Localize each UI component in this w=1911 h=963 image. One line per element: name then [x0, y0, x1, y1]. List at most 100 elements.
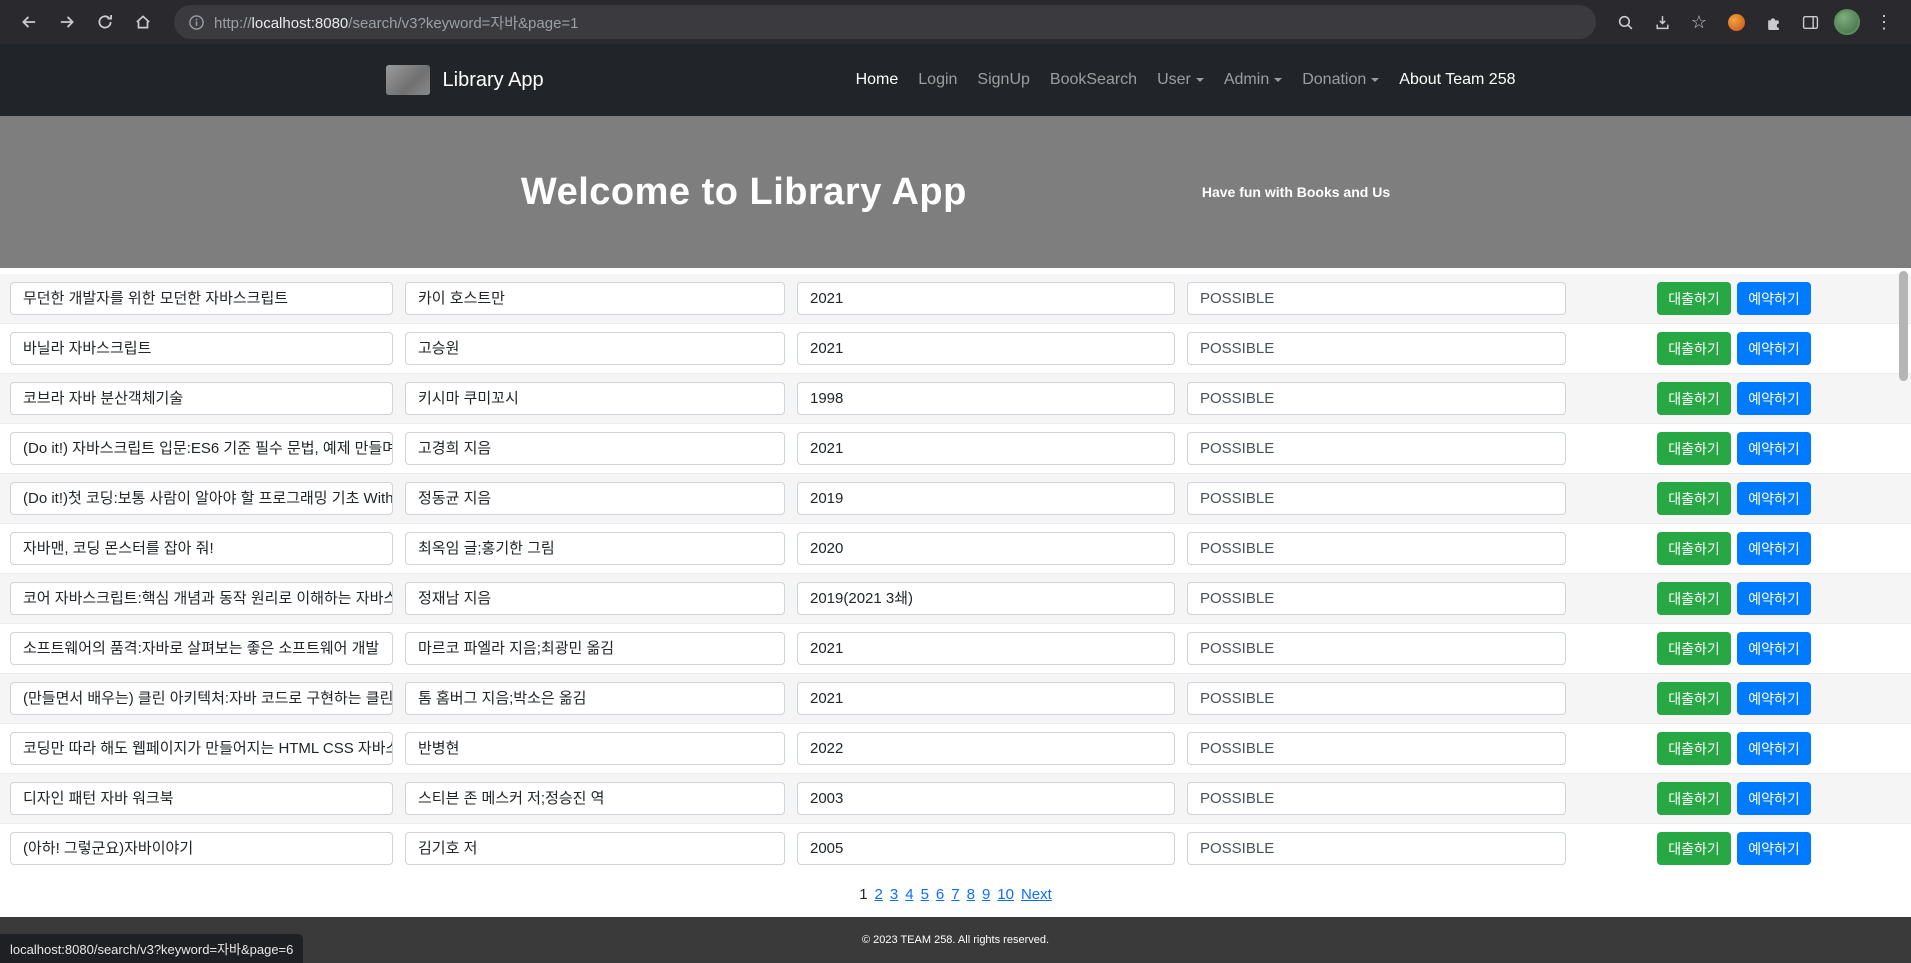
search-icon[interactable]	[1610, 7, 1640, 37]
book-title-field[interactable]: 바닐라 자바스크립트	[10, 332, 393, 365]
book-title-field[interactable]: (Do it!)첫 코딩:보통 사람이 알아야 할 프로그래밍 기초 With …	[10, 482, 393, 515]
book-author-field[interactable]: 김기호 저	[405, 832, 785, 865]
reserve-button[interactable]: 예약하기	[1737, 332, 1811, 365]
share-icon[interactable]	[1647, 7, 1677, 37]
reserve-button[interactable]: 예약하기	[1737, 282, 1811, 315]
borrow-button[interactable]: 대출하기	[1657, 532, 1731, 565]
home-button[interactable]	[126, 5, 160, 39]
nav-item-about-team-258[interactable]: About Team 258	[1389, 63, 1525, 97]
borrow-button[interactable]: 대출하기	[1657, 582, 1731, 615]
book-author-field[interactable]: 정재남 지음	[405, 582, 785, 615]
extension-colored-icon[interactable]	[1721, 7, 1751, 37]
reserve-button[interactable]: 예약하기	[1737, 432, 1811, 465]
reserve-button[interactable]: 예약하기	[1737, 532, 1811, 565]
book-status-field[interactable]: POSSIBLE	[1187, 382, 1566, 415]
page-link[interactable]: 8	[967, 886, 975, 903]
book-year-field[interactable]: 1998	[797, 382, 1175, 415]
book-author-field[interactable]: 카이 호스트만	[405, 282, 785, 315]
nav-item-home[interactable]: Home	[846, 63, 909, 97]
nav-item-signup[interactable]: SignUp	[967, 63, 1039, 97]
book-title-field[interactable]: 코브라 자바 분산객체기술	[10, 382, 393, 415]
profile-avatar[interactable]	[1832, 7, 1862, 37]
book-status-field[interactable]: POSSIBLE	[1187, 432, 1566, 465]
borrow-button[interactable]: 대출하기	[1657, 332, 1731, 365]
reserve-button[interactable]: 예약하기	[1737, 582, 1811, 615]
book-status-field[interactable]: POSSIBLE	[1187, 482, 1566, 515]
borrow-button[interactable]: 대출하기	[1657, 282, 1731, 315]
book-year-field[interactable]: 2005	[797, 832, 1175, 865]
book-year-field[interactable]: 2021	[797, 682, 1175, 715]
borrow-button[interactable]: 대출하기	[1657, 732, 1731, 765]
book-author-field[interactable]: 고경희 지음	[405, 432, 785, 465]
borrow-button[interactable]: 대출하기	[1657, 382, 1731, 415]
book-title-field[interactable]: 자바맨, 코딩 몬스터를 잡아 줘!	[10, 532, 393, 565]
reserve-button[interactable]: 예약하기	[1737, 682, 1811, 715]
book-title-field[interactable]: 소프트웨어의 품격:자바로 살펴보는 좋은 소프트웨어 개발	[10, 632, 393, 665]
book-author-field[interactable]: 스티븐 존 메스커 저;정승진 역	[405, 782, 785, 815]
book-title-field[interactable]: 무던한 개발자를 위한 모던한 자바스크립트	[10, 282, 393, 315]
borrow-button[interactable]: 대출하기	[1657, 632, 1731, 665]
book-year-field[interactable]: 2019(2021 3쇄)	[797, 582, 1175, 615]
book-status-field[interactable]: POSSIBLE	[1187, 732, 1566, 765]
back-button[interactable]	[12, 5, 46, 39]
book-status-field[interactable]: POSSIBLE	[1187, 332, 1566, 365]
extensions-puzzle-icon[interactable]	[1758, 7, 1788, 37]
book-title-field[interactable]: 디자인 패턴 자바 워크북	[10, 782, 393, 815]
page-link[interactable]: 6	[936, 886, 944, 903]
book-year-field[interactable]: 2021	[797, 632, 1175, 665]
vertical-scrollbar[interactable]	[1897, 44, 1911, 963]
borrow-button[interactable]: 대출하기	[1657, 832, 1731, 865]
book-year-field[interactable]: 2021	[797, 432, 1175, 465]
book-title-field[interactable]: (아하! 그렇군요)자바이야기	[10, 832, 393, 865]
nav-item-admin[interactable]: Admin	[1214, 63, 1292, 97]
nav-item-booksearch[interactable]: BookSearch	[1040, 63, 1147, 97]
book-status-field[interactable]: POSSIBLE	[1187, 532, 1566, 565]
book-year-field[interactable]: 2021	[797, 332, 1175, 365]
book-status-field[interactable]: POSSIBLE	[1187, 682, 1566, 715]
book-author-field[interactable]: 정동균 지음	[405, 482, 785, 515]
page-link[interactable]: 7	[951, 886, 959, 903]
page-link[interactable]: 2	[875, 886, 883, 903]
book-year-field[interactable]: 2022	[797, 732, 1175, 765]
page-link[interactable]: 9	[982, 886, 990, 903]
book-year-field[interactable]: 2021	[797, 282, 1175, 315]
book-year-field[interactable]: 2020	[797, 532, 1175, 565]
reserve-button[interactable]: 예약하기	[1737, 482, 1811, 515]
reserve-button[interactable]: 예약하기	[1737, 732, 1811, 765]
book-author-field[interactable]: 톰 홈버그 지음;박소은 옮김	[405, 682, 785, 715]
scrollbar-thumb[interactable]	[1899, 271, 1908, 381]
reload-button[interactable]	[88, 5, 122, 39]
side-panel-icon[interactable]	[1795, 7, 1825, 37]
book-status-field[interactable]: POSSIBLE	[1187, 632, 1566, 665]
book-author-field[interactable]: 고승원	[405, 332, 785, 365]
borrow-button[interactable]: 대출하기	[1657, 432, 1731, 465]
book-status-field[interactable]: POSSIBLE	[1187, 582, 1566, 615]
borrow-button[interactable]: 대출하기	[1657, 482, 1731, 515]
borrow-button[interactable]: 대출하기	[1657, 782, 1731, 815]
brand[interactable]: Library App	[386, 65, 544, 95]
reserve-button[interactable]: 예약하기	[1737, 782, 1811, 815]
bookmark-star-icon[interactable]: ☆	[1684, 7, 1714, 37]
book-year-field[interactable]: 2019	[797, 482, 1175, 515]
nav-item-donation[interactable]: Donation	[1292, 63, 1389, 97]
book-author-field[interactable]: 최옥임 글;홍기한 그림	[405, 532, 785, 565]
book-author-field[interactable]: 키시마 쿠미꼬시	[405, 382, 785, 415]
borrow-button[interactable]: 대출하기	[1657, 682, 1731, 715]
reserve-button[interactable]: 예약하기	[1737, 832, 1811, 865]
url-bar[interactable]: http://localhost:8080/search/v3?keyword=…	[174, 5, 1596, 39]
page-link[interactable]: 4	[905, 886, 913, 903]
browser-menu-icon[interactable]: ⋮	[1869, 7, 1899, 37]
nav-item-user[interactable]: User	[1147, 63, 1214, 97]
page-link[interactable]: 10	[997, 886, 1014, 903]
page-link[interactable]: 3	[890, 886, 898, 903]
book-title-field[interactable]: (Do it!) 자바스크립트 입문:ES6 기준 필수 문법, 예제 만들며 …	[10, 432, 393, 465]
book-title-field[interactable]: (만들면서 배우는) 클린 아키텍처:자바 코드로 구현하는 클린 웹	[10, 682, 393, 715]
forward-button[interactable]	[50, 5, 84, 39]
site-info-icon[interactable]	[188, 14, 205, 31]
nav-item-login[interactable]: Login	[908, 63, 967, 97]
book-author-field[interactable]: 마르코 파엘라 지음;최광민 옮김	[405, 632, 785, 665]
reserve-button[interactable]: 예약하기	[1737, 382, 1811, 415]
reserve-button[interactable]: 예약하기	[1737, 632, 1811, 665]
page-link[interactable]: 5	[921, 886, 929, 903]
book-title-field[interactable]: 코딩만 따라 해도 웹페이지가 만들어지는 HTML CSS 자바스크	[10, 732, 393, 765]
